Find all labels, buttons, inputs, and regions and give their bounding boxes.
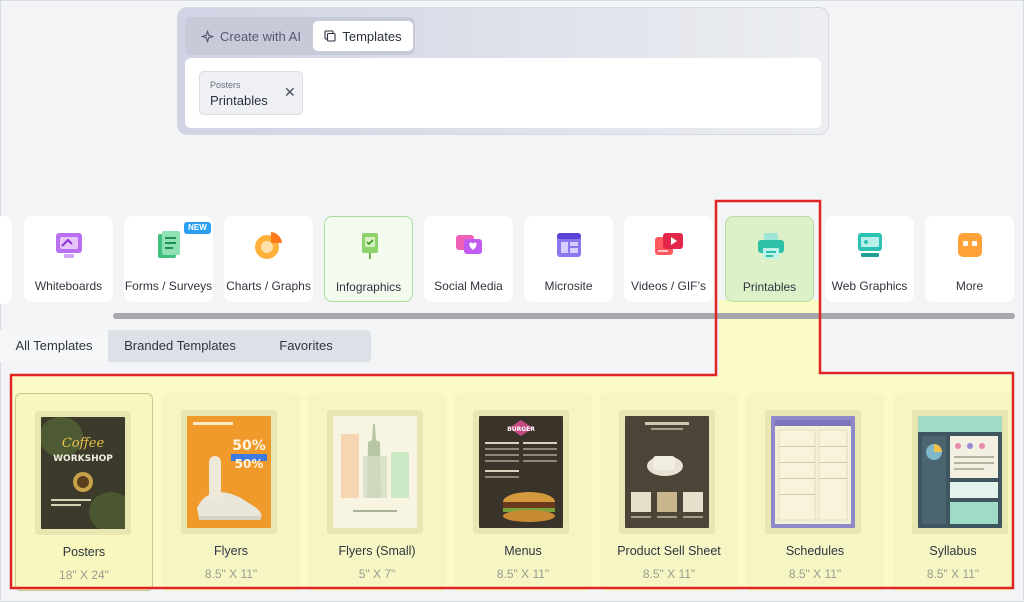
category-card-partial[interactable] xyxy=(0,216,12,304)
social-media-icon xyxy=(456,235,482,254)
template-card-flyers[interactable]: 50% 50% Flyers 8.5" X 11" xyxy=(162,393,300,591)
create-with-ai-tab[interactable]: Create with AI xyxy=(195,21,319,51)
sell-sheet-thumbnail-image xyxy=(625,416,709,528)
form-icon xyxy=(158,231,180,258)
category-label: Forms / Surveys xyxy=(124,279,213,293)
template-thumbnail xyxy=(327,410,423,534)
category-web-graphics[interactable]: Web Graphics xyxy=(825,216,914,302)
template-card-flyers-small[interactable]: Flyers (Small) 5" X 7" xyxy=(308,393,446,591)
schedule-thumbnail-image xyxy=(771,416,855,528)
template-card-schedules[interactable]: Schedules 8.5" X 11" xyxy=(746,393,884,591)
category-microsite[interactable]: Microsite xyxy=(524,216,613,302)
template-thumbnail xyxy=(619,410,715,534)
category-label: Social Media xyxy=(434,279,503,293)
category-label: Videos / GIF’s xyxy=(631,279,706,293)
template-card-menus[interactable]: BURGER Menus 8.5" X 11" xyxy=(454,393,592,591)
category-printables[interactable]: Printables xyxy=(725,216,814,302)
template-size: 8.5" X 11" xyxy=(926,567,980,581)
flyer-thumbnail-image: 50% 50% xyxy=(187,416,271,528)
templates-label: Templates xyxy=(342,28,402,44)
tab-branded-templates[interactable]: Branded Templates xyxy=(110,330,250,362)
close-icon[interactable]: ✕ xyxy=(284,85,296,99)
template-size: 18" X 24" xyxy=(59,568,109,582)
template-size: 8.5" X 11" xyxy=(788,567,842,581)
menu-thumbnail-image: BURGER xyxy=(479,416,563,528)
category-social-media[interactable]: Social Media xyxy=(424,216,513,302)
template-thumbnail: BURGER xyxy=(473,410,569,534)
microsite-icon xyxy=(557,233,581,257)
template-card-product-sell-sheet[interactable]: Product Sell Sheet 8.5" X 11" xyxy=(600,393,738,591)
category-forms-surveys[interactable]: NEW Forms / Surveys xyxy=(124,216,213,302)
template-tabs: All Templates Branded Templates Favorite… xyxy=(0,330,371,362)
category-videos-gifs[interactable]: Videos / GIF’s xyxy=(624,216,713,302)
syllabus-thumbnail-image xyxy=(918,416,1002,528)
tab-all-templates[interactable]: All Templates xyxy=(0,330,108,362)
template-thumbnail: Coffee WORKSHOP xyxy=(35,411,131,535)
category-more[interactable]: More xyxy=(925,216,1014,302)
web-graphics-icon xyxy=(858,233,882,257)
infographic-icon xyxy=(362,233,378,259)
mode-tabs: Create with AI Templates xyxy=(185,17,415,55)
template-card-posters[interactable]: Coffee WORKSHOP Posters 18" X 24" xyxy=(15,393,153,591)
template-name: Menus xyxy=(504,544,542,558)
tab-favorites[interactable]: Favorites xyxy=(252,330,360,362)
category-label: Charts / Graphs xyxy=(226,279,311,293)
template-name: Product Sell Sheet xyxy=(617,544,721,558)
flyer-small-thumbnail-image xyxy=(333,416,417,528)
template-size: 8.5" X 11" xyxy=(642,567,696,581)
new-badge: NEW xyxy=(184,222,211,234)
search-input[interactable]: Posters Printables ✕ xyxy=(185,58,821,128)
category-charts-graphs[interactable]: Charts / Graphs xyxy=(224,216,313,302)
thumb-title: Coffee xyxy=(62,436,105,451)
template-name: Syllabus xyxy=(929,544,977,558)
sparkle-icon xyxy=(201,29,214,43)
template-thumbnail xyxy=(765,410,861,534)
svg-text:50%: 50% xyxy=(235,457,264,471)
template-name: Flyers (Small) xyxy=(338,544,416,558)
category-row: Whiteboards NEW Forms / Surveys Charts /… xyxy=(0,210,1024,310)
template-size: 8.5" X 11" xyxy=(204,567,258,581)
video-icon xyxy=(655,233,683,255)
template-thumbnail xyxy=(912,410,1008,534)
template-card-syllabus[interactable]: Syllabus 8.5" X 11" xyxy=(893,393,1013,591)
poster-thumbnail-image: Coffee WORKSHOP xyxy=(41,417,125,529)
template-name: Posters xyxy=(62,545,106,559)
category-label: Microsite xyxy=(544,279,593,293)
template-thumbnail: 50% 50% xyxy=(181,410,277,534)
category-infographics[interactable]: Infographics xyxy=(324,216,413,302)
category-whiteboards[interactable]: Whiteboards xyxy=(24,216,113,302)
templates-icon xyxy=(324,30,336,42)
chip-category: Posters xyxy=(210,80,241,90)
search-panel: Create with AI Templates Posters Printab… xyxy=(177,7,829,135)
template-size: 5" X 7" xyxy=(358,567,396,581)
pie-chart-icon xyxy=(255,232,282,259)
category-label: Web Graphics xyxy=(831,279,908,293)
svg-text:BURGER: BURGER xyxy=(507,426,535,433)
category-label: Infographics xyxy=(335,280,402,294)
category-label: Printables xyxy=(742,280,797,294)
printer-icon xyxy=(758,233,784,259)
create-with-ai-label: Create with AI xyxy=(220,28,301,44)
chip-value: Printables xyxy=(210,93,268,108)
category-label: More xyxy=(955,279,984,293)
svg-text:50%: 50% xyxy=(232,438,266,454)
whiteboard-icon xyxy=(56,233,82,258)
svg-text:WORKSHOP: WORKSHOP xyxy=(53,454,113,464)
templates-tab[interactable]: Templates xyxy=(313,21,413,51)
more-icon xyxy=(958,233,982,257)
template-size: 8.5" X 11" xyxy=(496,567,550,581)
filter-chip: Posters Printables ✕ xyxy=(199,71,303,115)
category-scrollbar[interactable] xyxy=(113,313,1015,319)
category-label: Whiteboards xyxy=(34,279,103,293)
highlight-column xyxy=(719,300,820,376)
template-name: Schedules xyxy=(785,544,845,558)
template-name: Flyers xyxy=(213,544,249,558)
